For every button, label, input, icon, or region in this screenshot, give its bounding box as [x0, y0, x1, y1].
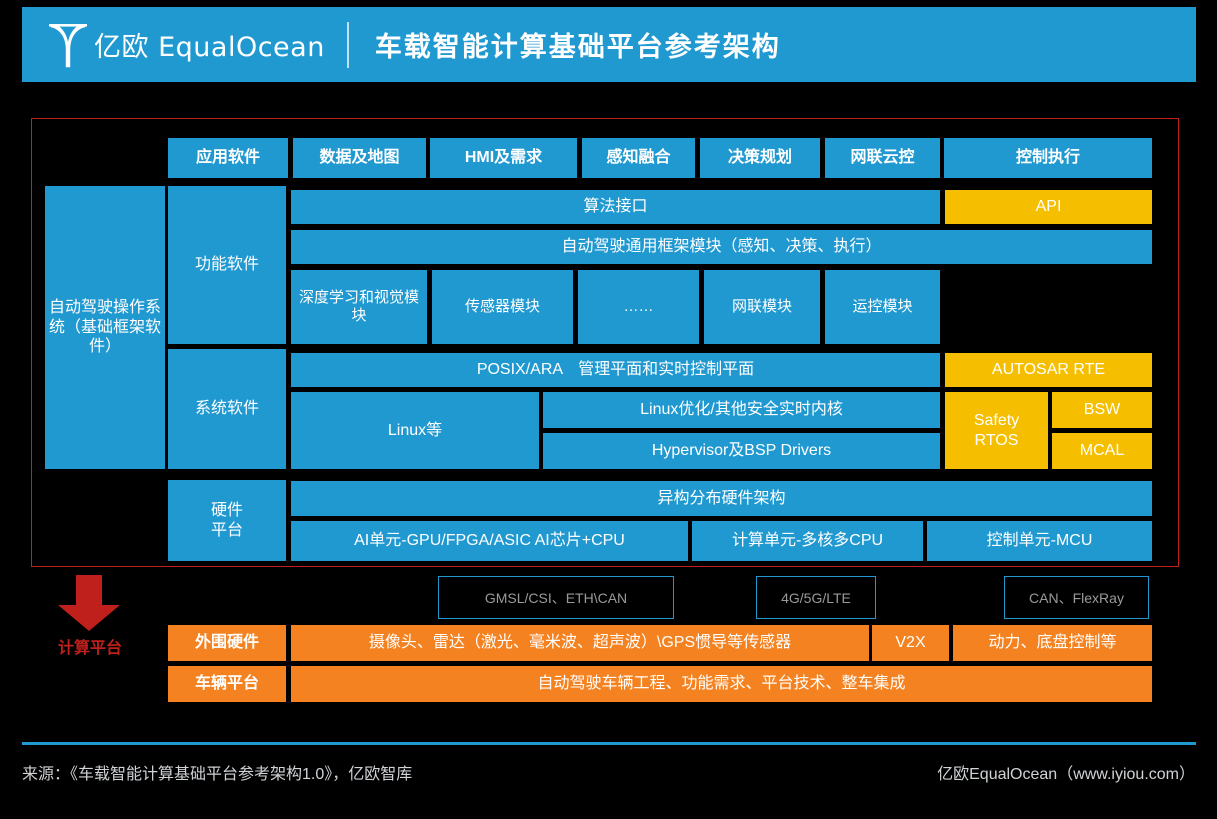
autosar-rte-label: AUTOSAR RTE	[991, 361, 1106, 379]
hardware-unit-label: 控制单元-MCU	[986, 532, 1093, 550]
linux-optimized-kernel-label: Linux优化/其他安全实时内核	[640, 401, 843, 419]
top-row-item-6: 控制执行	[944, 138, 1152, 178]
arrow-stem	[76, 575, 102, 607]
row-label: 车辆平台	[194, 675, 259, 693]
top-row-label: 感知融合	[606, 149, 671, 167]
vehicle-platform-item: 自动驾驶车辆工程、功能需求、平台技术、整车集成	[291, 666, 1152, 702]
safety-rtos-label: Safety RTOS	[973, 411, 1020, 449]
vehicle-platform-label: 车辆平台	[168, 666, 286, 702]
mcal-block: MCAL	[1052, 433, 1152, 469]
architecture-diagram: 亿欧 EqualOcean 车载智能计算基础平台参考架构 应用软件 数据及地图 …	[0, 0, 1217, 819]
equalocean-leaf-logo-icon	[48, 22, 88, 68]
brand-logo: 亿欧 EqualOcean	[22, 22, 325, 68]
algorithm-interface-bar: 算法接口	[291, 190, 940, 224]
compute-platform-label: 计算平台	[57, 640, 122, 657]
connector-4g-5g-lte: 4G/5G/LTE	[756, 576, 876, 619]
top-row-item-4: 决策规划	[700, 138, 820, 178]
footer-brand: 亿欧EqualOcean（www.iyiou.com）	[937, 766, 1195, 783]
hardware-unit-0: AI单元-GPU/FPGA/ASIC AI芯片+CPU	[291, 521, 688, 561]
bsw-block: BSW	[1052, 392, 1152, 428]
hardware-unit-1: 计算单元-多核多CPU	[692, 521, 923, 561]
row-label: 外围硬件	[194, 634, 259, 652]
layer-label-system-software: 系统软件	[168, 349, 286, 469]
page-title: 车载智能计算基础平台参考架构	[374, 32, 781, 62]
hardware-unit-2: 控制单元-MCU	[927, 521, 1152, 561]
algorithm-interface-label: 算法接口	[583, 198, 648, 216]
top-row-label: 网联云控	[850, 149, 915, 167]
functional-module-1: 传感器模块	[432, 270, 573, 344]
connector-gmsl-csi-eth-can: GMSL/CSI、ETH\CAN	[438, 576, 674, 619]
functional-module-label: 传感器模块	[464, 297, 540, 315]
functional-module-3: 网联模块	[704, 270, 820, 344]
connector-label: CAN、FlexRay	[1029, 589, 1124, 606]
hardware-unit-label: 计算单元-多核多CPU	[731, 532, 884, 550]
top-row-item-2: HMI及需求	[430, 138, 577, 178]
peripheral-item-label: 摄像头、雷达（激光、毫米波、超声波）\GPS惯导等传感器	[368, 634, 792, 652]
functional-module-4: 运控模块	[825, 270, 940, 344]
top-row-label: 应用软件	[195, 149, 260, 167]
linux-optimized-kernel-block: Linux优化/其他安全实时内核	[543, 392, 940, 428]
downward-arrow-icon	[58, 575, 120, 631]
os-base-framework-label: 自动驾驶操作系统（基础框架软件）	[48, 299, 161, 356]
top-row-item-5: 网联云控	[825, 138, 940, 178]
mcal-label: MCAL	[1079, 442, 1125, 460]
hardware-unit-label: AI单元-GPU/FPGA/ASIC AI芯片+CPU	[354, 532, 625, 550]
peripheral-item-0: 摄像头、雷达（激光、毫米波、超声波）\GPS惯导等传感器	[291, 625, 869, 661]
peripheral-hardware-label: 外围硬件	[168, 625, 286, 661]
top-row-label: 决策规划	[727, 149, 792, 167]
linux-block: Linux等	[291, 392, 539, 469]
peripheral-item-1: V2X	[872, 625, 949, 661]
top-row-label: HMI及需求	[464, 149, 543, 167]
autosar-rte-block: AUTOSAR RTE	[945, 353, 1152, 387]
posix-ara-label: POSIX/ARA 管理平面和实时控制平面	[476, 361, 755, 379]
functional-module-label: 深度学习和视觉模块	[298, 288, 419, 324]
functional-module-label: 网联模块	[731, 297, 792, 315]
layer-label: 系统软件	[194, 400, 259, 418]
linux-label: Linux等	[387, 421, 443, 439]
functional-module-label: ……	[623, 297, 654, 315]
peripheral-item-2: 动力、底盘控制等	[953, 625, 1152, 661]
general-framework-label: 自动驾驶通用框架模块（感知、决策、执行）	[561, 238, 882, 256]
heterogeneous-architecture-label: 异构分布硬件架构	[657, 489, 786, 507]
functional-module-label: 运控模块	[852, 297, 913, 315]
top-row-item-1: 数据及地图	[293, 138, 426, 178]
heterogeneous-architecture-bar: 异构分布硬件架构	[291, 481, 1152, 516]
safety-rtos-block: Safety RTOS	[945, 392, 1048, 469]
top-row-label: 数据及地图	[319, 149, 400, 167]
layer-label: 功能软件	[194, 256, 259, 274]
top-row-label: 控制执行	[1015, 149, 1080, 167]
general-framework-bar: 自动驾驶通用框架模块（感知、决策、执行）	[291, 230, 1152, 264]
posix-ara-bar: POSIX/ARA 管理平面和实时控制平面	[291, 353, 940, 387]
connector-label: 4G/5G/LTE	[781, 589, 851, 606]
top-row-item-3: 感知融合	[582, 138, 695, 178]
layer-label-hardware-platform: 硬件 平台	[168, 480, 286, 561]
peripheral-item-label: 动力、底盘控制等	[988, 634, 1117, 652]
hypervisor-bsp-label: Hypervisor及BSP Drivers	[651, 442, 832, 460]
layer-label: 硬件 平台	[210, 501, 243, 539]
api-block: API	[945, 190, 1152, 224]
layer-label-functional-software: 功能软件	[168, 186, 286, 344]
bsw-label: BSW	[1083, 401, 1121, 419]
footer-source: 来源：《车载智能计算基础平台参考架构1.0》，亿欧智库	[22, 766, 413, 783]
connector-label: GMSL/CSI、ETH\CAN	[484, 589, 628, 606]
api-label: API	[1035, 198, 1062, 216]
brand-logo-text: 亿欧 EqualOcean	[94, 32, 325, 63]
vehicle-platform-item-label: 自动驾驶车辆工程、功能需求、平台技术、整车集成	[537, 675, 906, 693]
peripheral-item-label: V2X	[895, 634, 926, 652]
os-base-framework-column: 自动驾驶操作系统（基础框架软件）	[45, 186, 165, 469]
functional-module-0: 深度学习和视觉模块	[291, 270, 427, 344]
functional-module-2: ……	[578, 270, 699, 344]
page-header: 亿欧 EqualOcean 车载智能计算基础平台参考架构	[22, 7, 1196, 82]
header-divider	[346, 21, 349, 68]
connector-can-flexray: CAN、FlexRay	[1004, 576, 1149, 619]
hypervisor-bsp-block: Hypervisor及BSP Drivers	[543, 433, 940, 469]
top-row-item-0: 应用软件	[168, 138, 288, 178]
arrow-head	[58, 605, 120, 631]
footer-divider	[22, 742, 1196, 745]
